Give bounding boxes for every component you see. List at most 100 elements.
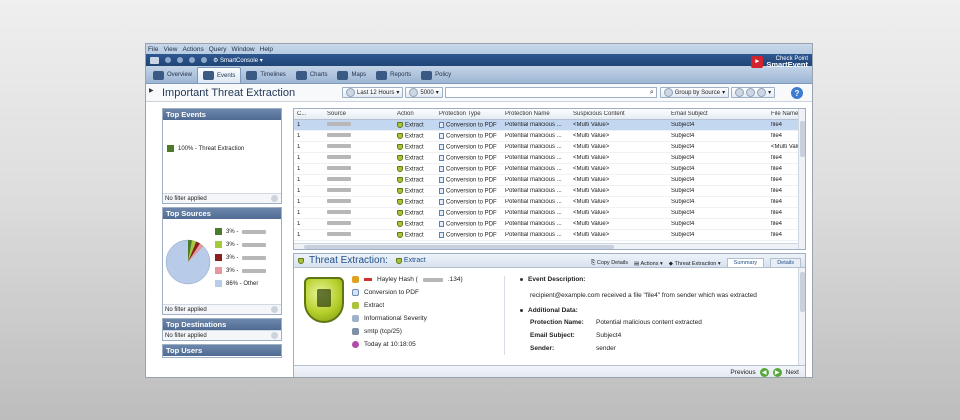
cell-email-subject: Subject4 [671,210,695,216]
list-icon [409,88,419,97]
shield-icon [397,198,403,205]
tab-charts[interactable]: Charts [291,67,333,83]
menu-window[interactable]: Window [232,46,255,53]
shield-icon [397,220,403,227]
stop-icon[interactable] [746,88,756,97]
refresh-icon[interactable] [735,88,745,97]
redacted-ip [327,133,351,138]
col-email-subject[interactable]: Email Subject [668,111,768,117]
tab-summary[interactable]: Summary [726,258,765,267]
menu-help[interactable]: Help [260,46,273,53]
prop-action: Extract [352,299,463,312]
cell-action-text: Extract [405,133,424,140]
menu-actions[interactable]: Actions [182,46,203,53]
col-protection-name[interactable]: Protection Name [502,111,570,117]
app-menu-icon[interactable] [150,56,159,64]
tab-policy[interactable]: Policy [416,67,456,83]
previous-label[interactable]: Previous [730,369,755,376]
actions-menu[interactable]: ▤ Actions ▾ [634,261,663,267]
refresh-icon[interactable] [189,57,195,63]
menu-query[interactable]: Query [209,46,227,53]
threat-extraction-menu[interactable]: ◆ Threat Extraction ▾ [669,261,721,267]
table-row[interactable]: 1 Extract Conversion to PDF Potential malic… [294,164,805,175]
table-row[interactable]: 1 Extract Conversion to PDF Potential malic… [294,208,805,219]
filter-icon[interactable] [271,195,278,202]
filter-icon[interactable] [271,306,278,313]
source-pct: 3% - [226,241,239,248]
group-by-value: Group by Source [674,89,721,96]
table-row[interactable]: 1 Extract Conversion to PDF Potential malic… [294,142,805,153]
table-row[interactable]: 1 Extract Conversion to PDF Potential malic… [294,120,805,131]
menu-view[interactable]: View [163,46,177,53]
quick-access-bar: ⚙ SmartConsole ▾ [146,54,812,66]
cell-protection-type: Conversion to PDF [436,198,502,205]
limit-dropdown[interactable]: 5000 ▾ [405,87,443,98]
smartconsole-menu[interactable]: ⚙ SmartConsole ▾ [213,57,263,64]
table-row[interactable]: 1 Extract Conversion to PDF Potential malic… [294,153,805,164]
cell-action: Extract [394,220,436,227]
col-suspicious-content[interactable]: Suspicious Content [570,111,668,117]
tab-events[interactable]: Events [197,67,242,83]
save-icon[interactable] [165,57,171,63]
search-icon[interactable]: ⌕ [650,89,654,97]
top-sources-pie-chart[interactable] [164,228,216,288]
cell-source [324,166,394,172]
collapse-arrow-icon[interactable]: ▶ [149,87,154,94]
menu-file[interactable]: File [148,46,158,53]
tab-reports[interactable]: Reports [371,67,416,83]
next-arrow-icon[interactable]: ▶ [772,368,782,377]
table-row[interactable]: 1 Extract Conversion to PDF Potential malic… [294,186,805,197]
col-action[interactable]: Action [394,111,436,117]
col-count[interactable]: C... [294,111,324,117]
tab-label: Maps [351,72,367,78]
tab-label: Charts [309,72,328,78]
previous-arrow-icon[interactable]: ◀ [759,368,769,377]
scroll-thumb[interactable] [800,121,805,157]
tab-maps[interactable]: Maps [332,67,371,83]
source-legend-item[interactable]: 3% - [215,238,267,251]
undo-icon[interactable] [177,57,183,63]
table-row[interactable]: 1 Extract Conversion to PDF Potential malic… [294,131,805,142]
table-row[interactable]: 1 Extract Conversion to PDF Potential malic… [294,197,805,208]
time-range-dropdown[interactable]: Last 12 Hours ▾ [342,87,404,98]
tab-overview[interactable]: Overview [148,67,197,83]
cell-email-subject: Subject4 [671,177,695,183]
redacted-ip [327,177,351,182]
next-label[interactable]: Next [786,369,799,376]
grid-horizontal-scrollbar[interactable] [294,243,798,249]
shield-icon [397,121,403,128]
cell-action-text: Extract [405,232,424,239]
cell-suspicious-content: <Multi Value> [573,155,610,161]
scroll-thumb[interactable] [304,245,614,249]
document-icon [439,143,444,150]
cell-count: 1 [297,232,301,238]
cell-protection-type: Conversion to PDF [436,165,502,172]
scroll-thumb[interactable] [800,272,805,312]
legend-swatch [215,228,222,235]
source-legend-item[interactable]: 3% - [215,225,267,238]
options-icon[interactable] [757,88,767,97]
help-button[interactable]: ? [791,87,803,99]
detail-scrollbar[interactable] [798,268,805,365]
shield-icon [397,165,403,172]
group-by-dropdown[interactable]: Group by Source ▾ [659,87,730,98]
col-protection-type[interactable]: Protection Type [436,111,502,117]
copy-details-button[interactable]: ⎘ Copy Details [591,260,628,267]
grid-header-row: C... Source Action Protection Type Prote… [294,109,805,120]
user-icon [352,276,359,283]
event-properties: Hayley Hash (.134) Conversion to PDF Ext… [352,273,463,351]
table-row[interactable]: 1 Extract Conversion to PDF Potential malic… [294,175,805,186]
print-icon[interactable] [201,57,207,63]
grid-vertical-scrollbar[interactable] [798,109,805,249]
col-source[interactable]: Source [324,111,394,117]
table-row[interactable]: 1 Extract Conversion to PDF Potential malic… [294,230,805,241]
source-legend-item[interactable]: 3% - [215,251,267,264]
filter-icon[interactable] [271,332,278,339]
source-legend-item[interactable]: 3% - [215,264,267,277]
search-input[interactable]: ⌕ [444,87,657,98]
table-row[interactable]: 1 Extract Conversion to PDF Potential malic… [294,219,805,230]
source-legend-item[interactable]: 86% - Other [215,277,266,290]
top-sources-legend: 3% - 3% - 3% - 3% - 86% - Other [215,225,267,290]
tab-timelines[interactable]: Timelines [241,67,290,83]
tab-details[interactable]: Details [770,258,801,267]
